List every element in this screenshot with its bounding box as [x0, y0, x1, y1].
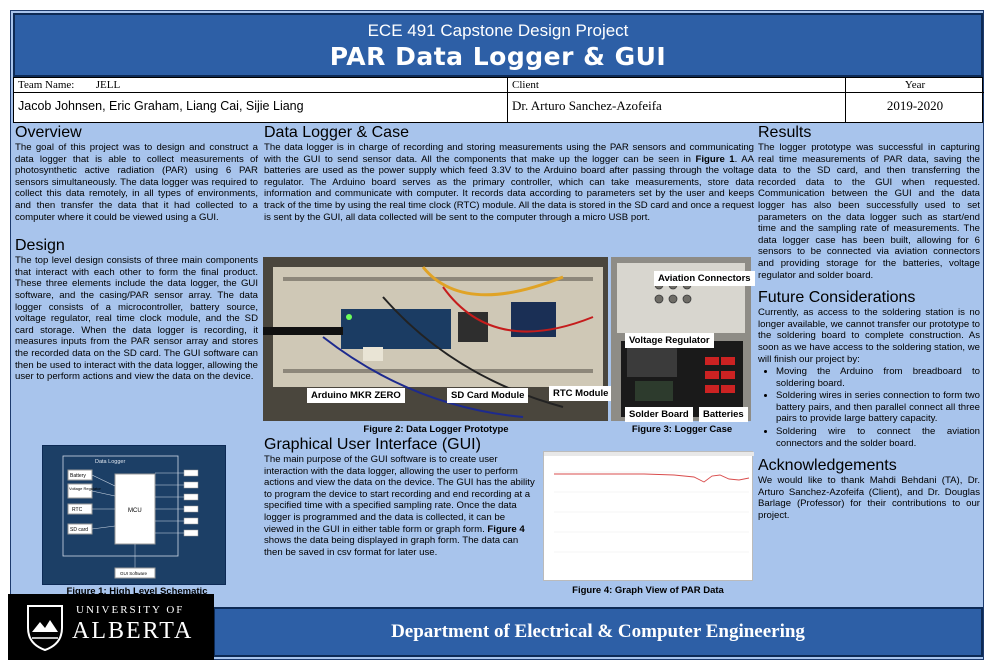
- team-members: Jacob Johnsen, Eric Graham, Liang Cai, S…: [18, 99, 304, 113]
- poster-subtitle: ECE 491 Capstone Design Project: [367, 21, 629, 40]
- label-solder-board: Solder Board: [625, 407, 693, 422]
- gui-section: Graphical User Interface (GUI) The main …: [264, 436, 536, 558]
- team-column: Team Name: JELL Jacob Johnsen, Eric Grah…: [14, 78, 508, 122]
- info-table: Team Name: JELL Jacob Johnsen, Eric Grah…: [13, 77, 984, 123]
- future-title: Future Considerations: [758, 289, 916, 307]
- client-header: Client: [508, 78, 845, 93]
- par-graph: [544, 452, 754, 553]
- year-value: 2019-2020: [886, 98, 944, 113]
- label-arduino: Arduino MKR ZERO: [307, 388, 405, 403]
- datalogger-title: Data Logger & Case: [264, 124, 409, 141]
- year-column: Year 2019-2020: [846, 78, 984, 122]
- client-column: Client Dr. Arturo Sanchez-Azofeifa: [508, 78, 846, 122]
- schematic-title: Data Logger: [95, 459, 125, 465]
- gui-title: Graphical User Interface (GUI): [264, 436, 481, 453]
- gui-text: The main purpose of the GUI software is …: [264, 454, 535, 558]
- schematic-block-gui: GUI Software: [120, 571, 148, 576]
- label-aviation: Aviation Connectors: [654, 271, 755, 286]
- middle-column: Data Logger & Case The data logger is in…: [264, 124, 754, 223]
- list-item: Soldering wire to connect the aviation c…: [776, 426, 980, 449]
- schematic-figure: Data Logger Battery Voltage Regulator RT…: [42, 445, 226, 585]
- future-text: Currently, as access to the soldering st…: [758, 307, 980, 365]
- university-name: ALBERTA: [72, 618, 194, 644]
- label-regulator: Voltage Regulator: [625, 333, 714, 348]
- left-column: Overview The goal of this project was to…: [15, 124, 258, 383]
- team-name: JELL: [95, 79, 121, 91]
- ack-text: We would like to thank Mahdi Behdani (TA…: [758, 475, 980, 522]
- team-header: Team Name: JELL: [14, 78, 507, 93]
- schematic-block-sd: SD card: [70, 527, 88, 533]
- figure3-caption: Figure 3: Logger Case: [631, 424, 733, 435]
- results-text: The logger prototype was successful in c…: [758, 142, 980, 281]
- department-name: Department of Electrical & Computer Engi…: [391, 621, 805, 642]
- future-list: Moving the Arduino from breadboard to so…: [758, 366, 980, 449]
- datalogger-text: The data logger is in charge of recordin…: [264, 142, 754, 223]
- footer-banner: Department of Electrical & Computer Engi…: [213, 607, 983, 657]
- overview-text: The goal of this project was to design a…: [15, 142, 258, 223]
- design-title: Design: [15, 237, 65, 255]
- university-line: UNIVERSITY OF: [76, 604, 185, 616]
- schematic-block-rtc: RTC: [72, 507, 83, 513]
- label-sd-card: SD Card Module: [447, 388, 529, 403]
- list-item: Moving the Arduino from breadboard to so…: [776, 366, 980, 389]
- design-text: The top level design consists of three m…: [15, 255, 258, 383]
- title-banner: ECE 491 Capstone Design Project PAR Data…: [13, 13, 983, 77]
- schematic-block-mcu: MCU: [128, 508, 142, 514]
- team-label: Team Name:: [18, 79, 75, 91]
- poster-title: PAR Data Logger & GUI: [329, 42, 667, 71]
- ack-title: Acknowledgements: [758, 457, 897, 475]
- schematic-diagram: Data Logger Battery Voltage Regulator RT…: [62, 455, 199, 579]
- label-batteries: Batteries: [699, 407, 748, 422]
- client-name: Dr. Arturo Sanchez-Azofeifa: [512, 98, 662, 113]
- year-header: Year: [846, 78, 984, 93]
- university-logo: UNIVERSITY OF ALBERTA: [8, 594, 214, 660]
- results-title: Results: [758, 124, 812, 141]
- right-column: Results The logger prototype was success…: [758, 124, 980, 522]
- schematic-block-battery: Battery: [70, 473, 86, 479]
- figure4-caption: Figure 4: Graph View of PAR Data: [572, 585, 724, 596]
- overview-title: Overview: [15, 124, 82, 141]
- gui-graph-figure: [543, 451, 754, 581]
- label-rtc: RTC Module: [549, 386, 613, 401]
- list-item: Soldering wires in series connection to …: [776, 390, 980, 425]
- figure2-caption: Figure 2: Data Logger Prototype: [363, 424, 509, 435]
- poster: ECE 491 Capstone Design Project PAR Data…: [10, 10, 984, 660]
- schematic-block-regulator: Voltage Regulator: [69, 486, 101, 491]
- crest-icon: [27, 605, 63, 652]
